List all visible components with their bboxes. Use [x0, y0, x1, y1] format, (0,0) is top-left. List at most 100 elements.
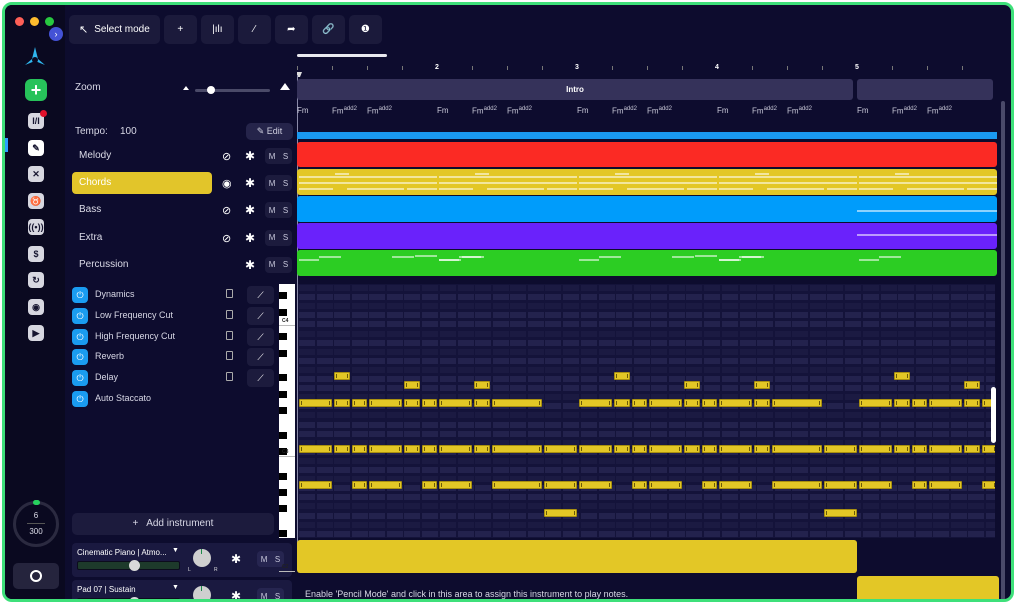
magic-wand-button[interactable]: ⁄ [237, 15, 271, 44]
expand-sidebar-button[interactable]: › [49, 27, 63, 41]
vertical-scrollbar-thumb[interactable] [991, 387, 996, 443]
note[interactable] [684, 399, 700, 408]
note[interactable] [754, 399, 770, 408]
track-name[interactable]: Percussion [72, 254, 212, 276]
track-row-extra[interactable]: Extra ⊘ ✱ M S [69, 227, 293, 249]
note[interactable] [981, 481, 995, 490]
power-toggle[interactable]: ⏻ [72, 349, 88, 366]
note[interactable] [824, 444, 857, 453]
track-name[interactable]: Extra [72, 227, 212, 249]
note[interactable] [544, 508, 577, 517]
eye-off-icon[interactable]: ⊘ [222, 204, 231, 217]
solo-button[interactable]: S [283, 206, 288, 215]
note[interactable] [491, 481, 542, 490]
gear-icon[interactable]: ✱ [245, 176, 255, 190]
zoom-slider[interactable] [195, 86, 270, 94]
note[interactable] [491, 399, 542, 408]
share-button[interactable]: ➦ [274, 15, 308, 44]
black-key[interactable] [279, 349, 287, 357]
track-name[interactable]: Bass [72, 199, 212, 221]
note[interactable] [964, 381, 980, 390]
mute-button[interactable]: M [269, 179, 276, 188]
note[interactable] [421, 481, 437, 490]
copy-icon[interactable] [226, 309, 233, 319]
lane-percussion[interactable] [297, 250, 997, 276]
mute-button[interactable]: M [261, 592, 268, 600]
add-button[interactable]: + [163, 15, 197, 44]
link-button[interactable]: 🔗 [311, 15, 345, 44]
note[interactable] [474, 444, 490, 453]
note[interactable] [911, 481, 927, 490]
note[interactable] [299, 481, 332, 490]
note[interactable] [631, 444, 647, 453]
instrument-name[interactable]: Cinematic Piano | Atmo... [77, 548, 167, 557]
note[interactable] [579, 481, 612, 490]
solo-button[interactable]: S [283, 233, 288, 242]
track-row-chords[interactable]: Chords ◉ ✱ M S [69, 172, 293, 195]
copy-icon[interactable] [226, 330, 233, 340]
chord-label[interactable]: Fmadd2 [647, 106, 672, 116]
rail-item-broadcast[interactable]: ((•)) [28, 219, 44, 235]
vertical-scrollbar-track[interactable] [1001, 101, 1005, 599]
eye-icon[interactable]: ◉ [222, 177, 232, 190]
solo-button[interactable]: S [283, 179, 288, 188]
power-toggle[interactable]: ⏻ [72, 328, 88, 345]
black-key[interactable] [279, 489, 287, 496]
black-key[interactable] [279, 374, 287, 382]
chord-label[interactable]: Fmadd2 [332, 106, 357, 116]
black-key[interactable] [279, 530, 287, 537]
gear-icon[interactable]: ✱ [231, 589, 241, 599]
solo-button[interactable]: S [275, 555, 280, 564]
note[interactable] [369, 399, 402, 408]
note[interactable] [579, 444, 612, 453]
chord-label[interactable]: Fm [577, 106, 589, 115]
note[interactable] [334, 399, 350, 408]
pan-knob[interactable] [193, 586, 211, 599]
note[interactable] [614, 399, 630, 408]
note[interactable] [754, 381, 770, 390]
lane-tempo-strip[interactable] [297, 132, 997, 139]
note[interactable] [684, 444, 700, 453]
automation-curve-button[interactable]: ⟋ [247, 369, 274, 388]
track-row-bass[interactable]: Bass ⊘ ✱ M S [69, 199, 293, 221]
note[interactable] [859, 399, 892, 408]
note[interactable] [859, 481, 892, 490]
chord-label[interactable]: Fmadd2 [367, 106, 392, 116]
caret-down-icon[interactable]: ▼ [172, 584, 179, 591]
select-mode-button[interactable]: ↖ Select mode [69, 15, 160, 44]
note[interactable] [929, 481, 962, 490]
volume-slider-handle[interactable] [129, 560, 140, 571]
black-key[interactable] [279, 308, 287, 316]
rail-item-play[interactable]: ▶ [28, 325, 44, 341]
note[interactable] [421, 399, 437, 408]
note[interactable] [351, 481, 367, 490]
track-row-melody[interactable]: Melody ⊘ ✱ M S [69, 145, 293, 167]
note[interactable] [859, 444, 892, 453]
gear-icon[interactable]: ✱ [245, 203, 255, 217]
note[interactable] [544, 481, 577, 490]
rail-item-lyrics[interactable]: I/I [28, 110, 47, 129]
note[interactable] [614, 372, 630, 380]
note[interactable] [369, 481, 402, 490]
piano-roll-grid[interactable] [298, 284, 995, 538]
note[interactable] [649, 399, 682, 408]
gear-icon[interactable]: ✱ [231, 552, 241, 566]
note[interactable] [649, 444, 682, 453]
pan-knob[interactable] [193, 549, 211, 567]
note[interactable] [684, 381, 700, 390]
note[interactable] [771, 444, 822, 453]
power-toggle[interactable]: ⏻ [72, 287, 88, 303]
zoom-slider-handle[interactable] [207, 86, 215, 94]
mute-button[interactable]: M [269, 206, 276, 215]
chord-label[interactable]: Fmadd2 [752, 106, 777, 116]
account-button[interactable] [13, 563, 59, 589]
info-button[interactable]: ❶ [348, 15, 382, 44]
note[interactable] [631, 481, 647, 490]
copy-icon[interactable] [226, 289, 233, 298]
automation-curve-button[interactable]: ⟋ [247, 327, 274, 346]
gear-icon[interactable]: ✱ [245, 149, 255, 163]
horizontal-scrollbar[interactable] [297, 54, 387, 57]
note[interactable] [964, 399, 980, 408]
note[interactable] [771, 399, 822, 408]
black-key[interactable] [279, 407, 287, 414]
